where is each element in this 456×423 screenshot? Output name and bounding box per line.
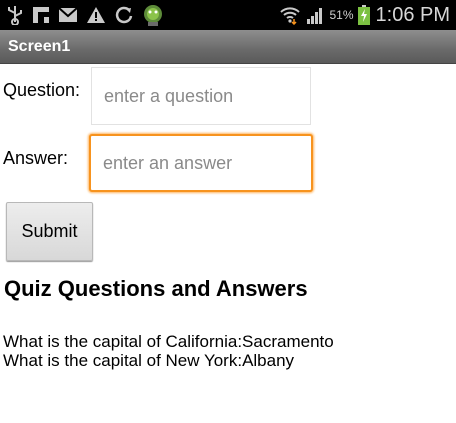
android-icon <box>142 3 164 27</box>
app-title-bar: Screen1 <box>0 30 456 64</box>
answer-input[interactable] <box>89 134 313 192</box>
sync-icon <box>114 5 134 25</box>
clock: 1:06 PM <box>375 3 450 26</box>
battery-charging-icon <box>357 5 370 25</box>
warning-icon <box>86 6 106 24</box>
quiz-heading: Quiz Questions and Answers <box>4 276 308 301</box>
submit-button[interactable]: Submit <box>6 202 93 261</box>
quiz-list: What is the capital of California:Sacram… <box>3 332 334 370</box>
battery-percent: 51% <box>329 8 354 22</box>
wifi-icon <box>279 5 301 25</box>
usb-icon <box>6 5 24 25</box>
flipboard-icon <box>32 6 50 24</box>
screen-title: Screen1 <box>8 37 71 55</box>
system-icons: 51% 1:06 PM <box>279 4 450 27</box>
notification-icons <box>6 3 164 27</box>
list-item: What is the capital of California:Sacram… <box>3 332 334 351</box>
status-bar: 51% 1:06 PM <box>0 0 456 30</box>
signal-icon <box>305 5 325 25</box>
mail-icon <box>58 7 78 23</box>
question-input[interactable] <box>91 67 311 125</box>
question-label: Question: <box>3 80 81 100</box>
answer-label: Answer: <box>3 148 69 168</box>
list-item: What is the capital of New York:Albany <box>3 351 295 370</box>
